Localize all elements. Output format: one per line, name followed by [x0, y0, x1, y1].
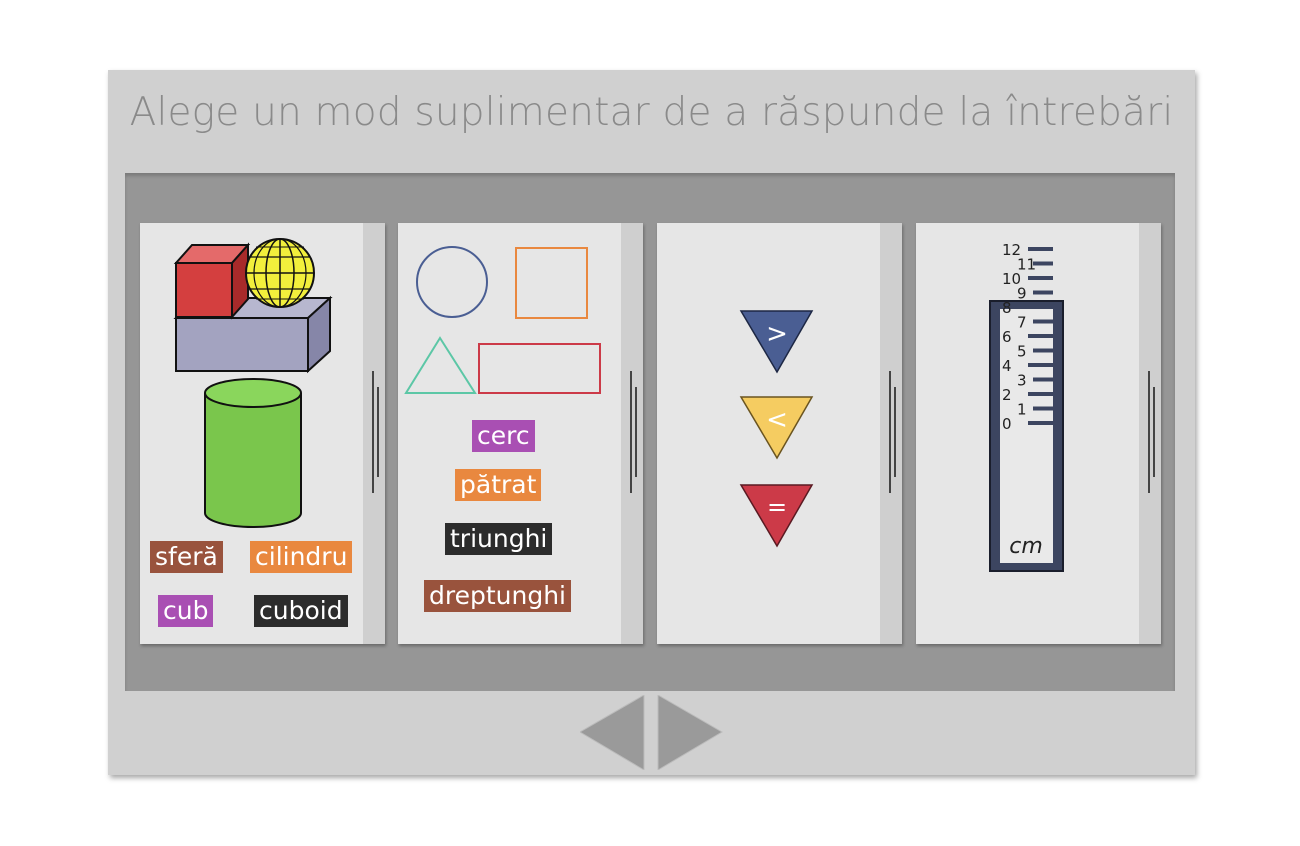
label-square[interactable]: pătrat	[455, 469, 542, 501]
cylinder-icon	[204, 378, 302, 528]
card-grip[interactable]	[1139, 223, 1161, 644]
ruler-tick-label: 3	[1017, 372, 1027, 390]
card-carousel: sferă cilindru cub cuboid cerc pătrat tr…	[125, 173, 1175, 691]
ruler-unit: cm	[1009, 534, 1043, 559]
label-sphere[interactable]: sferă	[150, 541, 223, 573]
card-solids[interactable]: sferă cilindru cub cuboid	[140, 223, 385, 644]
card-grip[interactable]	[880, 223, 902, 644]
ruler-tick-label: 2	[1002, 386, 1012, 404]
label-cuboid[interactable]: cuboid	[254, 595, 348, 627]
card-ruler[interactable]: 0 1 2 3 4 5 6 7 8 9 10 11 12 cm	[916, 223, 1161, 644]
compare-illustration: > < =	[739, 310, 814, 548]
dialog: Alege un mod suplimentar de a răspunde l…	[108, 70, 1195, 775]
next-arrow-icon[interactable]	[657, 695, 723, 770]
svg-text:>: >	[766, 319, 788, 349]
ruler-tick-label: 6	[1002, 328, 1012, 346]
svg-text:=: =	[767, 493, 787, 521]
ruler-tick-label: 4	[1002, 357, 1012, 375]
rectangle-icon	[478, 343, 601, 394]
ruler-tick-label: 5	[1017, 343, 1027, 361]
label-cube[interactable]: cub	[158, 595, 214, 627]
label-cylinder[interactable]: cilindru	[250, 541, 353, 573]
ruler-tick-label: 0	[1002, 415, 1012, 433]
sphere-icon	[245, 238, 315, 308]
ruler-tick-label: 1	[1017, 401, 1027, 419]
less-than-icon: <	[739, 396, 814, 460]
square-icon	[515, 247, 588, 319]
solids-illustration	[173, 238, 333, 528]
card-grip[interactable]	[621, 223, 643, 644]
label-rectangle[interactable]: dreptunghi	[424, 580, 571, 612]
ruler-tick-label: 7	[1017, 314, 1027, 332]
card-grip[interactable]	[363, 223, 385, 644]
triangle-icon	[404, 336, 477, 394]
label-triangle[interactable]: triunghi	[445, 523, 553, 555]
ruler-icon: 0123456789101112 cm	[989, 241, 1064, 572]
ruler-tick-label: 12	[1002, 241, 1021, 259]
circle-icon	[416, 246, 488, 318]
card-shapes[interactable]: cerc pătrat triunghi dreptunghi	[398, 223, 643, 644]
equal-icon: =	[739, 484, 814, 548]
greater-than-icon: >	[739, 310, 814, 374]
nav-arrows	[580, 695, 723, 770]
prev-arrow-icon[interactable]	[580, 695, 645, 770]
svg-text:<: <	[766, 405, 788, 435]
dialog-title: Alege un mod suplimentar de a răspunde l…	[129, 90, 1174, 135]
label-circle[interactable]: cerc	[472, 420, 535, 452]
card-compare[interactable]: > < =	[657, 223, 902, 644]
ruler-tick-label: 8	[1002, 299, 1012, 317]
